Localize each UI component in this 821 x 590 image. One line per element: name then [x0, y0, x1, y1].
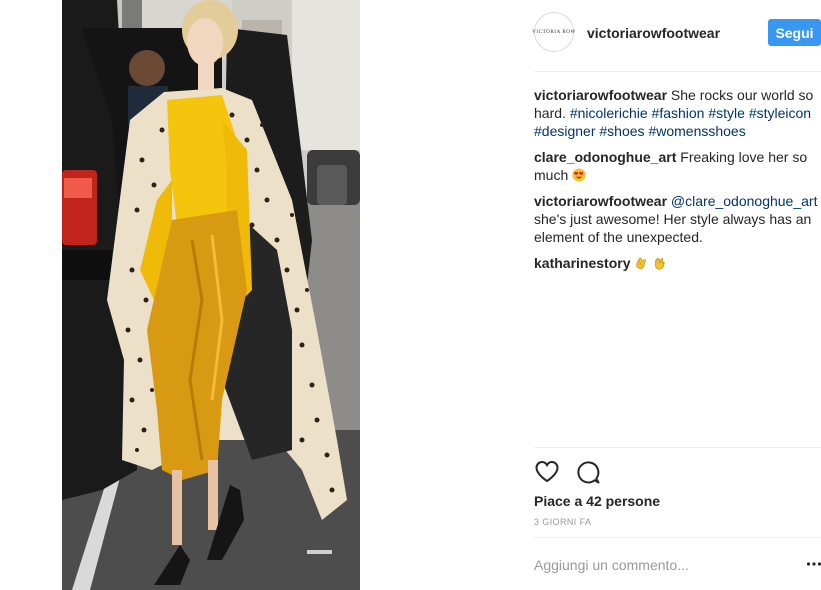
- avatar-logo-text: VICTORIA ROW: [532, 29, 576, 35]
- mention-link[interactable]: @clare_odonoghue_art: [671, 193, 818, 209]
- hashtag-link[interactable]: #style: [708, 105, 745, 121]
- comment-username[interactable]: victoriarowfootwear: [534, 193, 667, 209]
- hashtag-link[interactable]: #shoes: [599, 123, 644, 139]
- post-timestamp[interactable]: 3 GIORNI FA: [534, 517, 591, 527]
- heart-eyes-emoji: [572, 168, 586, 182]
- avatar[interactable]: VICTORIA ROW: [532, 12, 576, 52]
- hashtag-link[interactable]: #nicolerichie: [570, 105, 648, 121]
- comment-username[interactable]: victoriarowfootwear: [534, 87, 667, 103]
- hashtag-link[interactable]: #styleicon: [749, 105, 811, 121]
- post-header: VICTORIA ROW victoriarowfootwear Segui: [532, 12, 821, 56]
- comments-list: victoriarowfootwear She rocks our world …: [534, 86, 821, 280]
- comment-box-divider: [534, 537, 821, 538]
- comment-username[interactable]: katharinestory: [534, 255, 630, 271]
- actions-divider: [534, 447, 821, 448]
- comment-item: clare_odonoghue_art Freaking love her so…: [534, 148, 821, 184]
- hashtag-link[interactable]: #fashion: [652, 105, 705, 121]
- ok-hand-emoji: [655, 258, 665, 270]
- add-comment-input[interactable]: [534, 552, 789, 578]
- post-actions: [534, 459, 614, 485]
- follow-button[interactable]: Segui: [768, 19, 821, 46]
- caption-comment: victoriarowfootwear She rocks our world …: [534, 86, 821, 140]
- comment-username[interactable]: clare_odonoghue_art: [534, 149, 676, 165]
- ellipsis-icon[interactable]: [806, 559, 821, 569]
- hashtag-link[interactable]: #designer: [534, 123, 596, 139]
- comment-bubble-icon[interactable]: [575, 459, 601, 485]
- heart-icon[interactable]: [534, 459, 560, 485]
- likes-count[interactable]: Piace a 42 persone: [534, 493, 660, 509]
- comment-item: victoriarowfootwear @clare_odonoghue_art…: [534, 192, 821, 246]
- hashtag-link[interactable]: #womensshoes: [648, 123, 745, 139]
- header-divider: [534, 71, 821, 72]
- post-photo-illustration: [62, 0, 360, 590]
- post-photo[interactable]: [62, 0, 360, 590]
- clapping-hands-emoji: [636, 257, 647, 269]
- account-username[interactable]: victoriarowfootwear: [587, 25, 720, 41]
- comment-text: she's just awesome! Her style always has…: [534, 211, 812, 245]
- comment-item: katharinestory: [534, 254, 821, 272]
